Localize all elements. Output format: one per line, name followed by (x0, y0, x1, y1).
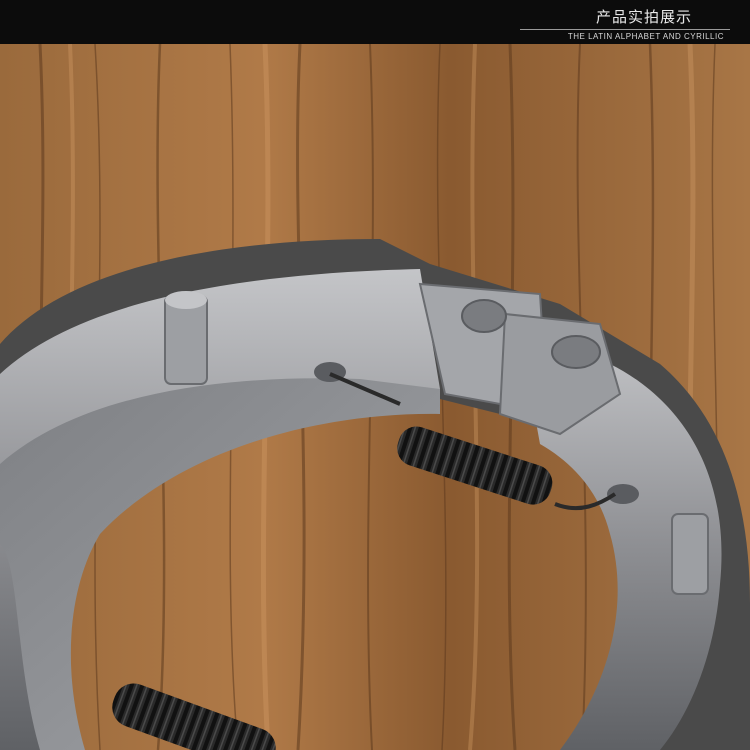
product-photo (0, 44, 750, 750)
post-left (164, 295, 208, 385)
pivot-hole-left (461, 299, 507, 333)
post-right (671, 513, 709, 595)
header-subtitle: THE LATIN ALPHABET AND CYRILLIC (567, 32, 724, 41)
header-title: 产品实拍展示 (595, 8, 692, 26)
pivot-hole-right (551, 335, 601, 369)
header-bar: 产品实拍展示 THE LATIN ALPHABET AND CYRILLIC (0, 0, 750, 44)
product-photo-drawing (0, 44, 750, 750)
header-divider (520, 29, 730, 30)
